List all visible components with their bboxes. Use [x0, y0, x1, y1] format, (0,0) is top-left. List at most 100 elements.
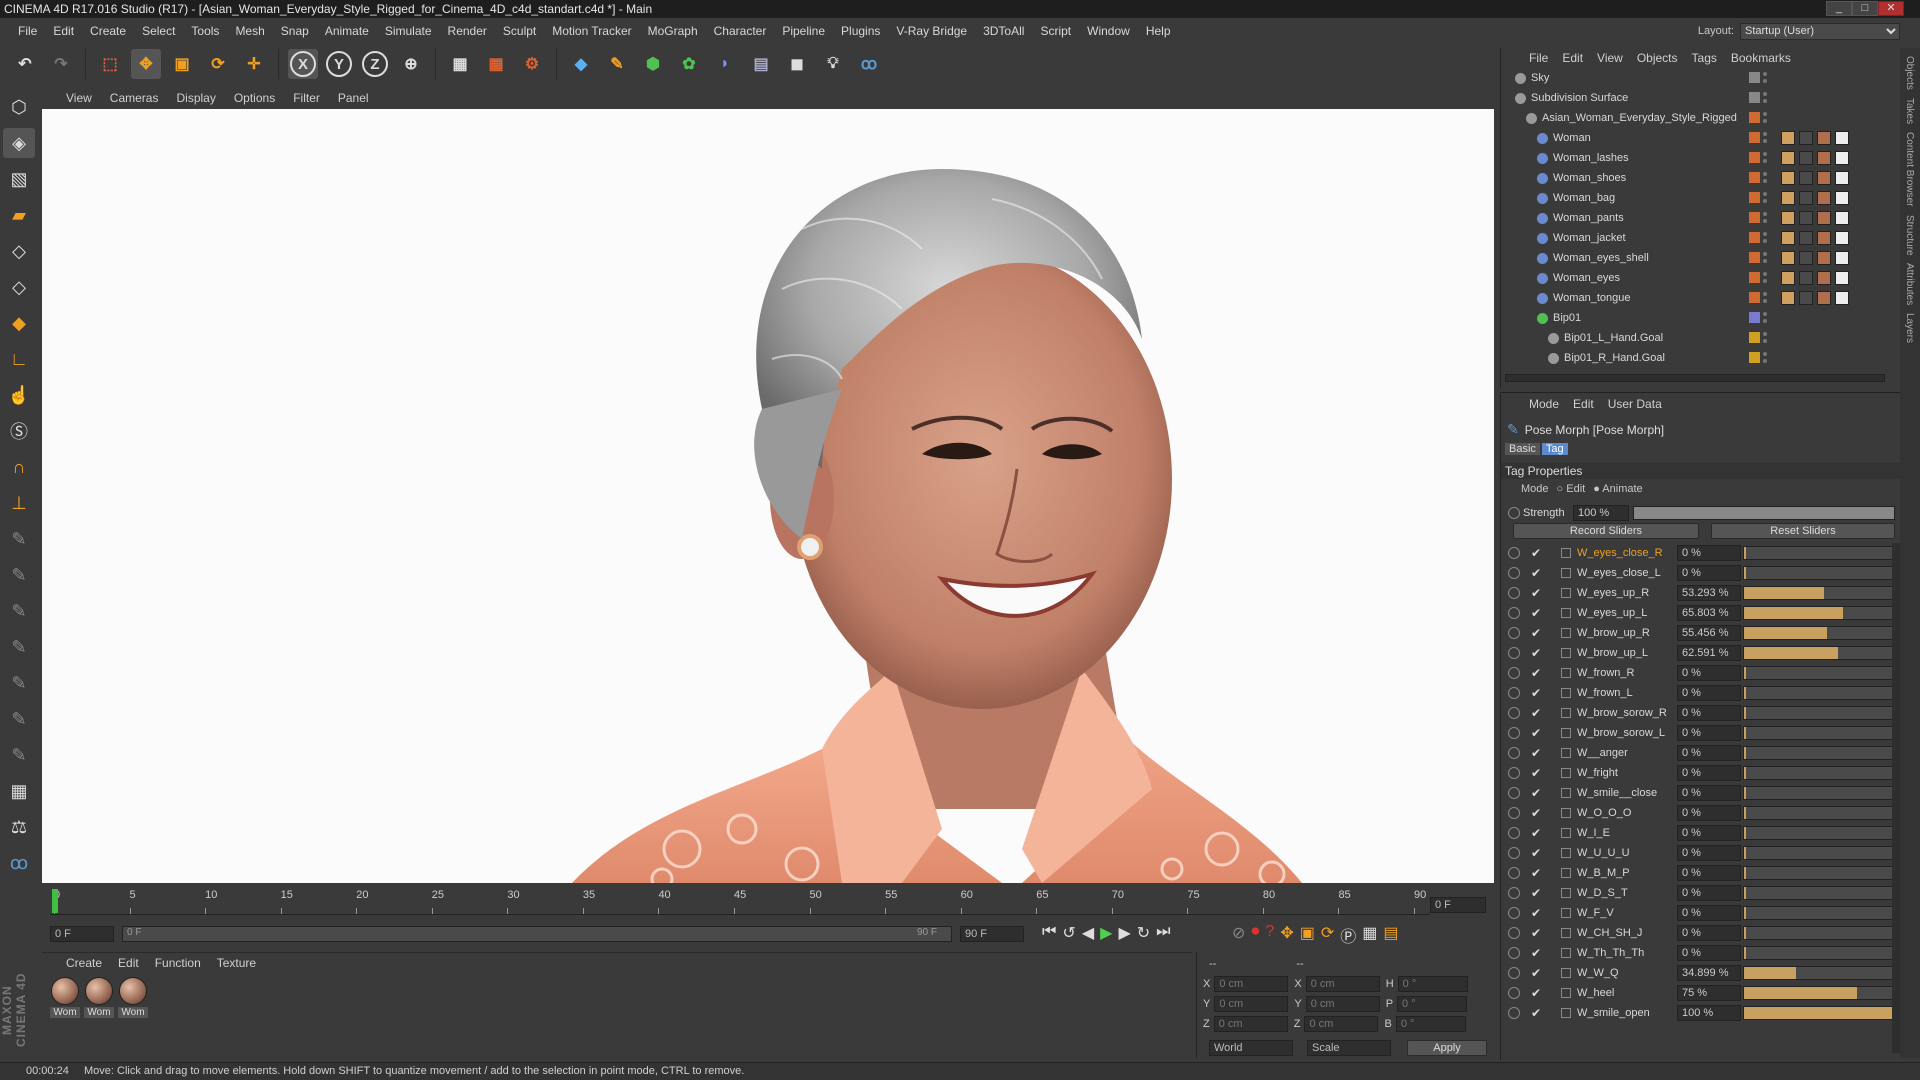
attr-scrollbar[interactable] — [1892, 543, 1900, 1053]
menu-file[interactable]: File — [10, 24, 45, 38]
morph-slider-value[interactable]: 0 % — [1677, 825, 1741, 841]
morph-slider-bar[interactable] — [1743, 866, 1895, 880]
animate-dot-icon[interactable] — [1508, 767, 1520, 779]
go-to-start-icon[interactable]: ⏮ — [1042, 923, 1056, 943]
object-row[interactable]: Woman_eyes — [1501, 268, 1871, 288]
object-tag-icon[interactable] — [1799, 271, 1813, 285]
animate-dot-icon[interactable] — [1508, 627, 1520, 639]
object-tag-icon[interactable] — [1799, 191, 1813, 205]
strength-animate-icon[interactable] — [1508, 507, 1520, 519]
morph-slider-value[interactable]: 0 % — [1677, 905, 1741, 921]
material-menu-edit[interactable]: Edit — [118, 956, 139, 973]
enable-checkmark-icon[interactable]: ✔ — [1531, 906, 1541, 920]
enable-checkmark-icon[interactable]: ✔ — [1531, 866, 1541, 880]
visibility-dots[interactable] — [1763, 132, 1767, 143]
layout-dropdown[interactable]: Startup (User) — [1740, 22, 1900, 40]
visibility-dots[interactable] — [1763, 292, 1767, 303]
object-row[interactable]: Woman_tongue — [1501, 288, 1871, 308]
object-menu-bookmarks[interactable]: Bookmarks — [1731, 51, 1791, 65]
coord-value-field[interactable]: 0 ° — [1397, 976, 1468, 992]
step-back-icon[interactable]: ◀ — [1082, 923, 1094, 943]
morph-slider-bar[interactable] — [1743, 766, 1895, 780]
viewport-menu-panel[interactable]: Panel — [338, 91, 369, 105]
brush-s-icon[interactable]: ✎ — [3, 632, 35, 662]
workplane-axis-icon[interactable]: ⊥ — [3, 488, 35, 518]
object-tag-icon[interactable] — [1817, 291, 1831, 305]
max-frame-field[interactable]: 90 F — [960, 926, 1024, 942]
make-editable-icon[interactable]: ⬡ — [3, 92, 35, 122]
transform-tool-icon[interactable]: ✛ — [239, 49, 269, 79]
rotate-tool-icon[interactable]: ⟳ — [203, 49, 233, 79]
animate-dot-icon[interactable] — [1508, 607, 1520, 619]
play-icon[interactable]: ▶ — [1100, 923, 1112, 943]
object-tag-icon[interactable] — [1835, 291, 1849, 305]
visibility-dots[interactable] — [1763, 312, 1767, 323]
object-tag-icon[interactable] — [1817, 171, 1831, 185]
mode-animate-radio[interactable]: ● Animate — [1593, 483, 1642, 495]
reset-sliders-button[interactable]: Reset Sliders — [1711, 523, 1895, 539]
enable-checkmark-icon[interactable]: ✔ — [1531, 846, 1541, 860]
object-tag-icon[interactable] — [1781, 171, 1795, 185]
menu-mograph[interactable]: MoGraph — [640, 24, 706, 38]
strength-slider[interactable] — [1633, 506, 1895, 520]
animate-dot-icon[interactable] — [1508, 747, 1520, 759]
record-sliders-button[interactable]: Record Sliders — [1513, 523, 1699, 539]
object-tag-icon[interactable] — [1799, 231, 1813, 245]
timeline[interactable]: 051015202530354045505560657075808590 0 F — [42, 886, 1494, 920]
morph-slider-bar[interactable] — [1743, 786, 1895, 800]
morph-slider-value[interactable]: 0 % — [1677, 805, 1741, 821]
animate-dot-icon[interactable] — [1508, 927, 1520, 939]
object-tag-icon[interactable] — [1817, 231, 1831, 245]
object-tag-icon[interactable] — [1817, 271, 1831, 285]
morph-slider-value[interactable]: 0 % — [1677, 945, 1741, 961]
object-tag-icon[interactable] — [1799, 171, 1813, 185]
animate-dot-icon[interactable] — [1508, 647, 1520, 659]
menu-create[interactable]: Create — [82, 24, 134, 38]
morph-slider-value[interactable]: 0 % — [1677, 885, 1741, 901]
coord-value-field[interactable]: 0 cm — [1213, 1016, 1288, 1032]
morph-slider-value[interactable]: 0 % — [1677, 845, 1741, 861]
object-menu-edit[interactable]: Edit — [1562, 51, 1583, 65]
object-row[interactable]: Sky — [1501, 68, 1871, 88]
animate-dot-icon[interactable] — [1508, 547, 1520, 559]
object-row[interactable]: Woman — [1501, 128, 1871, 148]
menu-simulate[interactable]: Simulate — [377, 24, 440, 38]
end-frame-field[interactable]: 0 F — [1430, 897, 1486, 913]
morph-slider-bar[interactable] — [1743, 626, 1895, 640]
enable-checkmark-icon[interactable]: ✔ — [1531, 766, 1541, 780]
visibility-dots[interactable] — [1763, 92, 1767, 103]
object-tag-icon[interactable] — [1835, 211, 1849, 225]
maximize-button[interactable]: □ — [1852, 1, 1878, 16]
object-tag-icon[interactable] — [1781, 251, 1795, 265]
key-rotation-icon[interactable]: ⟳ — [1321, 923, 1334, 947]
mode-edit-radio[interactable]: ○ Edit — [1557, 483, 1586, 495]
menu-window[interactable]: Window — [1079, 24, 1138, 38]
apply-button[interactable]: Apply — [1407, 1040, 1487, 1056]
workplane-mode-icon[interactable]: ▰ — [3, 200, 35, 230]
go-to-end-icon[interactable]: ⏭ — [1156, 923, 1170, 943]
coordinate-system-icon[interactable]: ⊕ — [396, 49, 426, 79]
morph-slider-value[interactable]: 0 % — [1677, 745, 1741, 761]
brush-p-icon[interactable]: ✎ — [3, 560, 35, 590]
object-menu-file[interactable]: File — [1529, 51, 1548, 65]
animate-dot-icon[interactable] — [1508, 847, 1520, 859]
object-row[interactable]: Woman_eyes_shell — [1501, 248, 1871, 268]
visibility-dots[interactable] — [1763, 72, 1767, 83]
object-row[interactable]: Bip01 — [1501, 308, 1871, 328]
animate-dot-icon[interactable] — [1508, 867, 1520, 879]
enable-checkmark-icon[interactable]: ✔ — [1531, 966, 1541, 980]
object-tag-icon[interactable] — [1835, 151, 1849, 165]
morph-slider-bar[interactable] — [1743, 1006, 1895, 1020]
axis-mode-icon[interactable]: ∟ — [3, 344, 35, 374]
visibility-dots[interactable] — [1763, 192, 1767, 203]
enable-checkmark-icon[interactable]: ✔ — [1531, 646, 1541, 660]
weight-icon[interactable]: ⚖ — [3, 812, 35, 842]
live-selection-icon[interactable]: ⬚ — [95, 49, 125, 79]
enable-checkmark-icon[interactable]: ✔ — [1531, 626, 1541, 640]
object-tag-icon[interactable] — [1781, 271, 1795, 285]
coord-system-dropdown[interactable]: World — [1209, 1040, 1293, 1056]
side-tab-structure[interactable]: Structure — [1904, 215, 1915, 256]
object-row[interactable]: Asian_Woman_Everyday_Style_Rigged — [1501, 108, 1871, 128]
smooth-brush-icon[interactable]: ✎ — [3, 704, 35, 734]
animate-dot-icon[interactable] — [1508, 707, 1520, 719]
